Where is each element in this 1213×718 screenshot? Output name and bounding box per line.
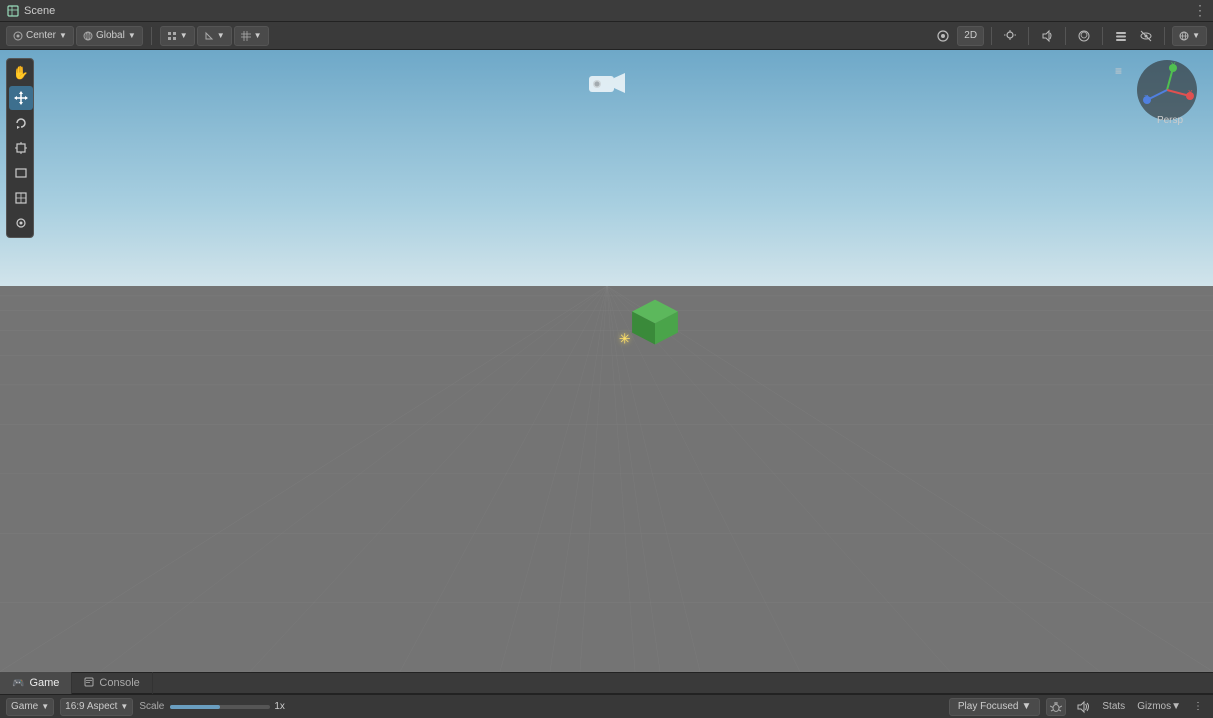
rect-tool-btn[interactable]	[9, 161, 33, 185]
pivot-center-btn[interactable]: Center ▼	[6, 26, 74, 46]
svg-text:Y: Y	[1171, 62, 1176, 69]
gizmos-arrow: ▼	[1171, 701, 1181, 712]
global-label: Global	[96, 30, 125, 41]
hand-tool-btn[interactable]: ✋	[9, 61, 33, 85]
pivot-arrow: ▼	[59, 31, 67, 40]
light-toggle-btn[interactable]	[999, 26, 1021, 46]
visibility-btn[interactable]	[1135, 26, 1157, 46]
directional-light-icon[interactable]: ✳	[619, 331, 631, 348]
scene-viewport[interactable]: ✋ ≡	[0, 50, 1213, 672]
scene-gizmo[interactable]: Y X Z Persp	[1135, 58, 1205, 128]
svg-text:X: X	[1188, 90, 1193, 97]
aspect-ratio-dropdown[interactable]: 16:9 Aspect ▼	[60, 698, 133, 716]
scene-menu-icon[interactable]: ≡	[1115, 64, 1123, 78]
game-mode-arrow: ▼	[41, 702, 49, 711]
rotate-tool-btn[interactable]	[9, 111, 33, 135]
toolbar-right: 2D ▼	[932, 26, 1207, 46]
bottom-kebab-icon: ⋮	[1193, 701, 1203, 712]
gizmos-label: Gizmos	[1137, 701, 1171, 712]
console-tab-icon	[84, 677, 94, 690]
sep6	[1164, 27, 1165, 45]
game-tab-icon: 🎮	[12, 678, 24, 689]
snap-group: ▼ ▼ ▼	[160, 26, 269, 46]
transform-group: Center ▼ Global ▼	[6, 26, 143, 46]
scene-toolbar: Center ▼ Global ▼ ▼ ▼ ▼ 2D	[0, 22, 1213, 50]
scale-value-display: 1x	[274, 701, 285, 712]
sep2	[991, 27, 992, 45]
scene-background	[0, 50, 1213, 672]
play-focused-arrow: ▼	[1021, 701, 1031, 712]
scale-tool-btn[interactable]	[9, 136, 33, 160]
snap-angle-btn[interactable]: ▼	[197, 26, 232, 46]
gizmo-perspective-label: Persp	[1135, 115, 1205, 126]
game-mode-dropdown[interactable]: Game ▼	[6, 698, 54, 716]
ground-grid	[0, 286, 1213, 672]
audio-btn[interactable]	[1036, 26, 1058, 46]
bottom-right-controls: Stats Gizmos ▼ ⋮	[1072, 698, 1207, 716]
2d-label: 2D	[964, 30, 977, 41]
move-tool-btn[interactable]	[9, 86, 33, 110]
grid-snap-arrow: ▼	[254, 31, 262, 40]
mute-btn[interactable]	[1072, 698, 1094, 716]
snap-arrow: ▼	[180, 31, 188, 40]
global-local-btn[interactable]: Global ▼	[76, 26, 143, 46]
sep5	[1102, 27, 1103, 45]
game-tab-label: Game	[29, 677, 59, 689]
game-mode-label: Game	[11, 701, 38, 712]
scene-camera-icon	[587, 68, 627, 105]
bottom-kebab-btn[interactable]: ⋮	[1189, 698, 1207, 716]
sep1	[151, 27, 152, 45]
scene-tab-icon	[6, 4, 20, 18]
fx-btn[interactable]	[1073, 26, 1095, 46]
bug-report-btn[interactable]	[1046, 698, 1066, 716]
game-tab[interactable]: 🎮 Game	[0, 672, 72, 694]
snap-btn[interactable]: ▼	[160, 26, 195, 46]
tools-panel: ✋	[6, 58, 34, 238]
aspect-arrow: ▼	[120, 702, 128, 711]
custom-tool-btn[interactable]	[9, 211, 33, 235]
gizmos-btn[interactable]: Gizmos ▼	[1133, 698, 1185, 716]
sep4	[1065, 27, 1066, 45]
snap-angle-arrow: ▼	[217, 31, 225, 40]
scale-label-text: Scale	[139, 701, 164, 712]
global-arrow: ▼	[128, 31, 136, 40]
stats-label: Stats	[1102, 701, 1125, 712]
title-bar: Scene ⋮	[0, 0, 1213, 22]
console-tab-label: Console	[99, 677, 139, 689]
stats-btn[interactable]: Stats	[1098, 698, 1129, 716]
sep3	[1028, 27, 1029, 45]
game-object-cube[interactable]	[628, 295, 683, 353]
bottom-tab-bar: 🎮 Game Console	[0, 672, 1213, 694]
aspect-ratio-label: 16:9 Aspect	[65, 701, 117, 712]
play-focused-btn[interactable]: Play Focused ▼	[949, 698, 1041, 716]
play-focused-label: Play Focused	[958, 701, 1019, 712]
console-tab[interactable]: Console	[72, 672, 152, 694]
svg-text:Z: Z	[1144, 95, 1149, 102]
2d-btn[interactable]: 2D	[957, 26, 984, 46]
scale-slider-group: 1x	[170, 701, 285, 712]
transform-tool-btn[interactable]	[9, 186, 33, 210]
title-bar-menu-icon[interactable]: ⋮	[1193, 2, 1207, 18]
layer-btn[interactable]	[1110, 26, 1132, 46]
bottom-controls-bar: Game ▼ 16:9 Aspect ▼ Scale 1x Play Focus…	[0, 694, 1213, 718]
view-options-btn[interactable]: ▼	[1172, 26, 1207, 46]
pivot-label: Center	[26, 30, 56, 41]
view-opts-arrow: ▼	[1192, 31, 1200, 40]
persp-btn[interactable]	[932, 26, 954, 46]
grid-snap-btn[interactable]: ▼	[234, 26, 269, 46]
scene-title: Scene	[24, 5, 55, 17]
